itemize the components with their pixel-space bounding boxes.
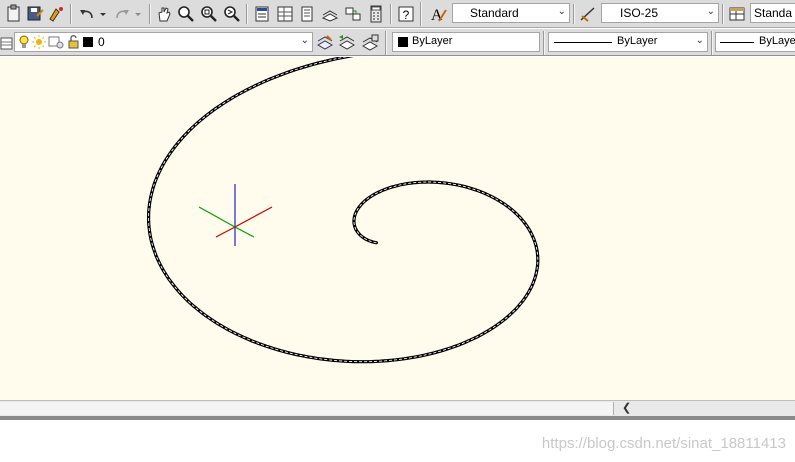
dim-style-select[interactable]: ISO-25 ⌄: [601, 3, 719, 23]
linetype-control-select[interactable]: ByLayer ⌄: [548, 32, 708, 52]
match-properties-icon[interactable]: [46, 4, 66, 24]
ucs-x-axis: [234, 206, 273, 228]
horizontal-scrollbar[interactable]: ❮: [0, 400, 795, 416]
drawing-svg: [147, 57, 540, 364]
text-style-select[interactable]: Standard ⌄: [452, 3, 570, 23]
lightbulb-icon: [17, 34, 31, 50]
table-style-icon[interactable]: [727, 4, 747, 24]
undo-dropdown-icon[interactable]: [98, 4, 108, 24]
linetype-value: ByLayer: [617, 35, 658, 47]
help-icon[interactable]: ?: [396, 4, 416, 24]
ucs-icon: [198, 184, 273, 246]
viewport-freeze-icon: [48, 34, 64, 50]
spiral-helix[interactable]: [147, 57, 540, 364]
dimension-style-icon[interactable]: [578, 4, 598, 24]
zoom-window-icon[interactable]: [199, 4, 219, 24]
ucs-y-axis-neg: [234, 226, 255, 238]
scroll-left-arrow-icon[interactable]: ❮: [622, 401, 631, 414]
table-style-select[interactable]: Standa: [750, 3, 795, 23]
separator: [70, 4, 72, 24]
layer-select[interactable]: 0 ⌄: [14, 32, 313, 52]
bottom-divider: [0, 416, 795, 420]
separator: [246, 4, 248, 24]
undo-icon[interactable]: [77, 4, 97, 24]
layer-previous-icon[interactable]: [337, 33, 357, 53]
lineweight-value: ByLayer: [759, 35, 795, 47]
layer-name-value: 0: [98, 35, 105, 49]
calculator-icon[interactable]: [366, 4, 386, 24]
layer-color-swatch: [83, 37, 93, 47]
chevron-down-icon: ⌄: [695, 35, 704, 46]
svg-text:?: ?: [403, 8, 410, 22]
zoom-previous-icon[interactable]: [222, 4, 242, 24]
ucs-y-axis: [198, 206, 236, 228]
chevron-down-icon: ⌄: [557, 6, 566, 17]
redo-icon[interactable]: [112, 4, 132, 24]
clipboard-icon[interactable]: [4, 4, 24, 24]
linetype-sample: [554, 42, 612, 43]
separator: [711, 31, 713, 55]
layer-properties-icon[interactable]: [0, 33, 14, 53]
pan-icon[interactable]: [154, 4, 174, 24]
text-style-icon[interactable]: A: [428, 4, 448, 24]
chevron-down-icon: ⌄: [300, 35, 309, 46]
watermark-text: https://blog.csdn.net/sinat_18811413: [541, 435, 786, 452]
separator: [149, 4, 151, 24]
zoom-realtime-icon[interactable]: [176, 4, 196, 24]
properties-icon[interactable]: [252, 4, 272, 24]
table-style-value: Standa: [754, 6, 793, 20]
separator: [543, 31, 545, 55]
design-center-icon[interactable]: [275, 4, 295, 24]
color-swatch: [398, 37, 408, 47]
lineweight-sample: [720, 42, 754, 43]
text-style-value: Standard: [470, 6, 519, 20]
separator: [573, 4, 575, 24]
tool-palettes-icon[interactable]: [298, 4, 318, 24]
standard-toolbar: ? A Standard ⌄ ISO-25 ⌄ Standa: [0, 0, 795, 28]
separator: [385, 31, 387, 55]
unlock-icon: [67, 34, 81, 50]
ucs-x-axis-neg: [215, 226, 236, 238]
sun-icon: [32, 34, 46, 50]
separator: [420, 2, 422, 26]
lineweight-control-select[interactable]: ByLayer: [715, 32, 795, 52]
svg-text:A: A: [431, 7, 443, 24]
separator: [390, 4, 392, 24]
save-as-icon[interactable]: [25, 4, 45, 24]
color-control-select[interactable]: ByLayer: [392, 32, 540, 52]
dim-style-value: ISO-25: [620, 6, 659, 20]
make-object-layer-current-icon[interactable]: [315, 33, 335, 53]
scrollbar-thumb[interactable]: [0, 402, 614, 415]
layers-toolbar: 0 ⌄ ByLayer ByLayer ⌄ ByLayer: [0, 29, 795, 56]
layer-state-icon[interactable]: [360, 33, 380, 53]
markup-icon[interactable]: [343, 4, 363, 24]
color-value: ByLayer: [412, 35, 453, 47]
sheet-set-icon[interactable]: [320, 4, 340, 24]
redo-dropdown-icon[interactable]: [133, 4, 143, 24]
separator: [722, 4, 724, 24]
chevron-down-icon: ⌄: [706, 6, 715, 17]
drawing-canvas[interactable]: [0, 57, 795, 400]
